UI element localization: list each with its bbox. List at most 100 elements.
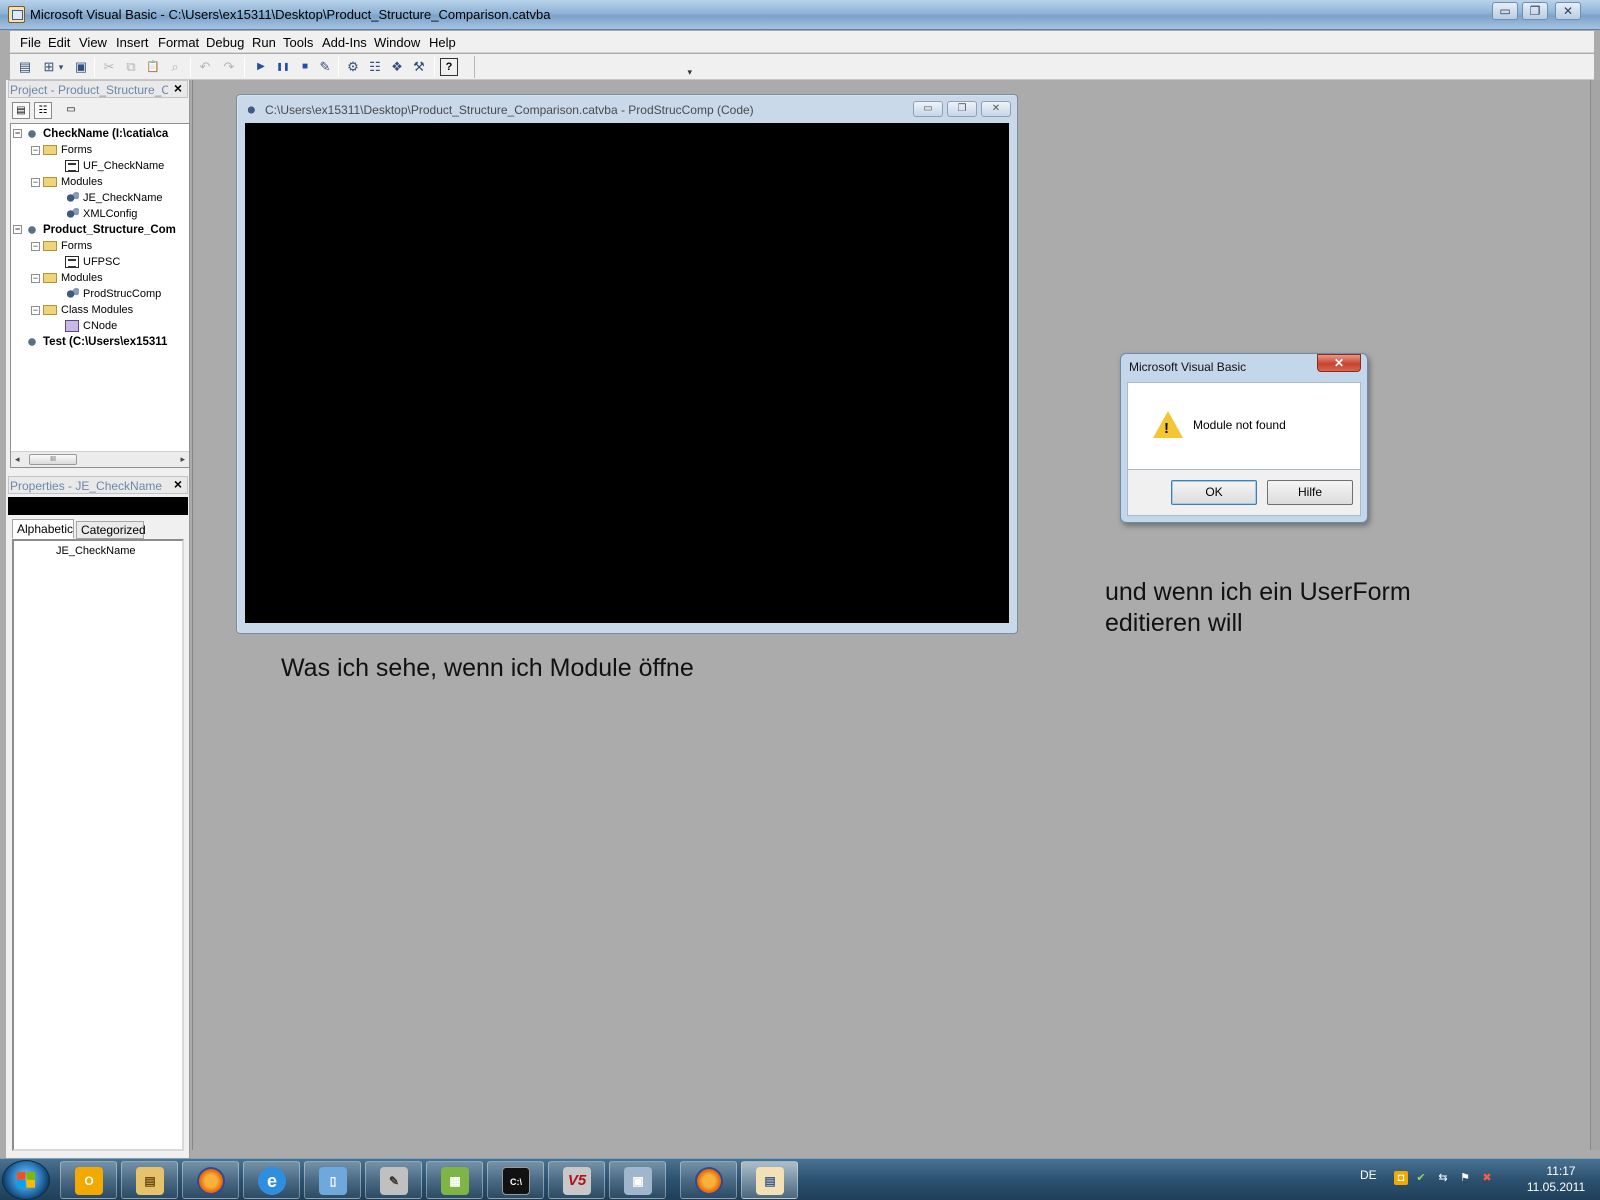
project-tree[interactable]: − CheckName (I:\catia\ca − Forms UF_CheckN…: [10, 123, 190, 468]
toolbox-icon[interactable]: ⚒: [410, 58, 428, 76]
help-button[interactable]: Hilfe: [1267, 480, 1353, 505]
flag-icon[interactable]: ⚑: [1458, 1171, 1472, 1185]
reset-icon[interactable]: ■: [296, 58, 314, 76]
tree-node-product-structure[interactable]: − Product_Structure_Com: [13, 222, 176, 238]
menu-debug[interactable]: Debug: [206, 35, 244, 50]
view-code-icon[interactable]: ▤: [12, 102, 30, 119]
collapse-icon[interactable]: −: [31, 177, 40, 187]
toolbar-overflow[interactable]: ▾: [474, 56, 694, 78]
copy-icon[interactable]: ⧉: [122, 58, 140, 76]
ok-button[interactable]: OK: [1171, 480, 1257, 505]
tree-horizontal-scrollbar[interactable]: ◂ III ▸: [11, 451, 189, 467]
scroll-right-icon[interactable]: ▸: [180, 454, 185, 465]
properties-object-combo[interactable]: [8, 497, 188, 515]
taskbar-paint[interactable]: ✎: [365, 1161, 422, 1199]
taskbar-explorer[interactable]: ▤: [121, 1161, 178, 1199]
dialog-close-button[interactable]: ✕: [1317, 354, 1361, 372]
view-object-icon[interactable]: ☷: [34, 102, 52, 119]
taskbar-window-app[interactable]: ▣: [609, 1161, 666, 1199]
properties-window-icon[interactable]: ☷: [366, 58, 384, 76]
vba-app-icon[interactable]: [8, 6, 25, 23]
break-icon[interactable]: ❚❚: [274, 58, 292, 76]
minimize-button[interactable]: ▭: [1492, 2, 1518, 20]
collapse-icon[interactable]: −: [13, 129, 22, 139]
tree-node-prodstruccomp[interactable]: ProdStrucComp: [65, 286, 161, 302]
menu-tools[interactable]: Tools: [283, 35, 313, 50]
redo-icon[interactable]: ↷: [220, 58, 238, 76]
menu-run[interactable]: Run: [252, 35, 276, 50]
volume-muted-icon[interactable]: ✖: [1480, 1171, 1494, 1185]
toggle-folders-icon[interactable]: ▭: [62, 102, 80, 119]
tree-node-test[interactable]: Test (C:\Users\ex15311: [25, 334, 167, 350]
menu-view[interactable]: View: [79, 35, 107, 50]
save-icon[interactable]: ▣: [72, 58, 90, 76]
taskbar-outlook[interactable]: O: [60, 1161, 117, 1199]
find-icon[interactable]: ⌕: [166, 58, 184, 76]
properties-close-icon[interactable]: ×: [170, 477, 186, 493]
taskbar-firefox[interactable]: ●: [182, 1161, 239, 1199]
tree-node-uf-checkname[interactable]: UF_CheckName: [65, 158, 164, 174]
undo-icon[interactable]: ↶: [196, 58, 214, 76]
maximize-button[interactable]: ❐: [1522, 2, 1548, 20]
tree-node-ufpsc[interactable]: UFPSC: [65, 254, 120, 270]
menu-edit[interactable]: Edit: [48, 35, 70, 50]
dropdown-arrow-icon[interactable]: ▾: [56, 58, 66, 76]
tree-node-forms[interactable]: − Forms: [31, 142, 92, 158]
language-indicator[interactable]: DE: [1360, 1168, 1377, 1182]
property-name-value[interactable]: JE_CheckName: [56, 545, 135, 557]
properties-grid[interactable]: JE_CheckName: [12, 539, 184, 1151]
run-icon[interactable]: ▶: [252, 58, 270, 76]
taskbar-notepad[interactable]: ▯: [304, 1161, 361, 1199]
clock-time[interactable]: 11:17: [1528, 1164, 1594, 1178]
tree-node-forms[interactable]: − Forms: [31, 238, 92, 254]
paste-icon[interactable]: 📋: [144, 58, 162, 76]
tree-node-modules[interactable]: − Modules: [31, 174, 103, 190]
project-explorer-close-icon[interactable]: ×: [170, 81, 186, 97]
start-button[interactable]: [2, 1160, 50, 1200]
taskbar-editor[interactable]: ▦: [426, 1161, 483, 1199]
menu-file[interactable]: File: [20, 35, 41, 50]
code-window[interactable]: C:\Users\ex15311\Desktop\Product_Structu…: [236, 94, 1018, 634]
menu-insert[interactable]: Insert: [116, 35, 149, 50]
menu-add-ins[interactable]: Add-Ins: [322, 35, 367, 50]
taskbar-vba-editor[interactable]: ▤: [741, 1161, 798, 1199]
collapse-icon[interactable]: −: [31, 305, 40, 315]
project-explorer-icon[interactable]: ⚙: [344, 58, 362, 76]
tree-node-class-modules[interactable]: − Class Modules: [31, 302, 133, 318]
outlook-tray-icon[interactable]: ◘: [1394, 1171, 1408, 1185]
view-object-icon[interactable]: ▤: [16, 58, 34, 76]
tree-node-xmlconfig[interactable]: XMLConfig: [65, 206, 137, 222]
code-editor-blank[interactable]: [245, 123, 1009, 623]
editor-icon: ▦: [441, 1167, 469, 1195]
menu-window[interactable]: Window: [374, 35, 420, 50]
menu-help[interactable]: Help: [429, 35, 456, 50]
collapse-icon[interactable]: −: [31, 241, 40, 251]
taskbar-catia[interactable]: V5: [548, 1161, 605, 1199]
clock-date[interactable]: 11.05.2011: [1516, 1180, 1596, 1194]
taskbar-cmd[interactable]: C:\: [487, 1161, 544, 1199]
collapse-icon[interactable]: −: [31, 273, 40, 283]
collapse-icon[interactable]: −: [13, 225, 22, 235]
scroll-left-icon[interactable]: ◂: [15, 454, 20, 465]
taskbar-internet-explorer[interactable]: e: [243, 1161, 300, 1199]
design-mode-icon[interactable]: ✎: [316, 58, 334, 76]
help-icon[interactable]: ?: [440, 58, 458, 76]
tree-node-je-checkname[interactable]: JE_CheckName: [65, 190, 162, 206]
code-window-restore-button[interactable]: ❐: [947, 101, 977, 117]
code-window-close-button[interactable]: ✕: [981, 101, 1011, 117]
network-icon[interactable]: ✔: [1414, 1171, 1428, 1185]
code-window-minimize-button[interactable]: ▭: [913, 101, 943, 117]
object-browser-icon[interactable]: ❖: [388, 58, 406, 76]
tab-alphabetic[interactable]: Alphabetic: [12, 519, 74, 539]
usb-icon[interactable]: ⇆: [1436, 1171, 1450, 1185]
cut-icon[interactable]: ✂: [100, 58, 118, 76]
tree-node-modules[interactable]: − Modules: [31, 270, 103, 286]
tree-node-checkname[interactable]: − CheckName (I:\catia\ca: [13, 126, 168, 142]
close-button[interactable]: ✕: [1555, 2, 1581, 20]
scroll-thumb[interactable]: III: [29, 454, 77, 465]
collapse-icon[interactable]: −: [31, 145, 40, 155]
taskbar-firefox-2[interactable]: ●: [680, 1161, 737, 1199]
menu-format[interactable]: Format: [158, 35, 199, 50]
tab-categorized[interactable]: Categorized: [76, 521, 146, 539]
tree-node-cnode[interactable]: CNode: [65, 318, 117, 334]
